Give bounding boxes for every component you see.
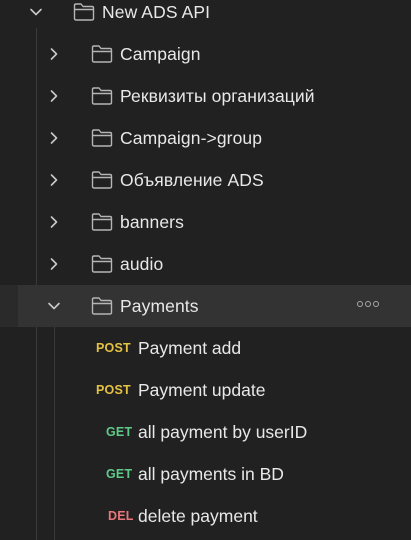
folder-icon <box>91 170 113 190</box>
folder-label: Campaign->group <box>120 128 263 148</box>
request-label: all payment by userID <box>138 422 308 442</box>
method-badge-post: POST <box>96 341 131 355</box>
folder-label: Объявление ADS <box>120 170 264 190</box>
folder-icon <box>91 86 113 106</box>
method-badge-get: GET <box>106 467 133 481</box>
chevron-down-icon[interactable] <box>29 5 43 19</box>
chevron-right-icon[interactable] <box>47 257 61 271</box>
request-label: Payment update <box>138 380 266 400</box>
request-payment-update[interactable]: POST Payment update <box>0 369 411 411</box>
folder-label: banners <box>120 212 184 232</box>
chevron-right-icon[interactable] <box>47 89 61 103</box>
folder-icon <box>91 296 113 316</box>
request-delete-payment[interactable]: DEL delete payment <box>0 495 411 537</box>
method-badge-del: DEL <box>108 509 134 523</box>
folder-label: Payments <box>120 296 199 316</box>
chevron-right-icon[interactable] <box>47 131 61 145</box>
folder-rekvizity[interactable]: Реквизиты организаций <box>0 75 411 117</box>
chevron-right-icon[interactable] <box>47 47 61 61</box>
folder-audio[interactable]: audio <box>0 243 411 285</box>
chevron-down-icon[interactable] <box>47 299 61 313</box>
request-label: all payments in BD <box>138 464 284 484</box>
folder-payments[interactable]: Payments <box>0 285 411 327</box>
folder-icon <box>91 44 113 64</box>
request-label: Payment add <box>138 338 242 358</box>
tree-item-root[interactable]: New ADS API <box>0 0 411 33</box>
folder-icon <box>91 212 113 232</box>
request-label: delete payment <box>138 506 258 526</box>
folder-campaign[interactable]: Campaign <box>0 33 411 75</box>
folder-label: audio <box>120 254 164 274</box>
tree-item-label: New ADS API <box>102 2 211 22</box>
folder-label: Campaign <box>120 44 201 64</box>
request-all-payment-by-userid[interactable]: GET all payment by userID <box>0 411 411 453</box>
request-payment-add[interactable]: POST Payment add <box>0 327 411 369</box>
method-badge-get: GET <box>106 425 133 439</box>
folder-icon <box>73 2 95 22</box>
folder-obyavlenie-ads[interactable]: Объявление ADS <box>0 159 411 201</box>
chevron-right-icon[interactable] <box>47 215 61 229</box>
folder-label: Реквизиты организаций <box>120 86 315 106</box>
folder-campaign-group[interactable]: Campaign->group <box>0 117 411 159</box>
method-badge-post: POST <box>96 383 131 397</box>
request-all-payments-in-bd[interactable]: GET all payments in BD <box>0 453 411 495</box>
folder-icon <box>91 254 113 274</box>
chevron-right-icon[interactable] <box>47 173 61 187</box>
folder-icon <box>91 128 113 148</box>
folder-banners[interactable]: banners <box>0 201 411 243</box>
more-options-icon[interactable] <box>357 301 379 307</box>
collection-tree: New ADS API Campaign Реквизиты организац… <box>0 0 411 540</box>
